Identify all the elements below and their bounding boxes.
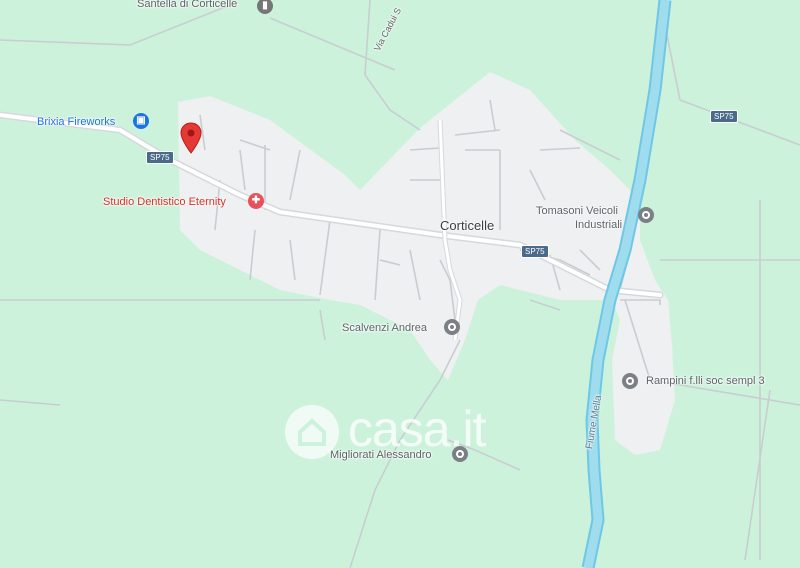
map-view[interactable]: ▮ Santella di Corticelle ▣ Brixia Firewo… <box>0 0 800 568</box>
road-shield-sp75: SP75 <box>710 110 738 123</box>
label-scalvenzi[interactable]: Scalvenzi Andrea <box>342 322 427 334</box>
label-brixia[interactable]: Brixia Fireworks <box>37 116 115 128</box>
label-studio[interactable]: Studio Dentistico Eternity <box>103 196 226 208</box>
label-tomasoni-1[interactable]: Tomasoni Veicoli <box>536 205 618 217</box>
location-pin-icon[interactable] <box>180 122 202 159</box>
label-tomasoni-2[interactable]: Industriali <box>575 219 622 231</box>
church-icon[interactable]: ▮ <box>257 0 273 14</box>
place-icon[interactable] <box>444 319 460 335</box>
place-icon[interactable] <box>622 373 638 389</box>
lock-icon[interactable]: ▣ <box>133 113 149 129</box>
road-shield-sp75: SP75 <box>521 245 549 258</box>
watermark: casa.it <box>348 401 487 457</box>
map-base <box>0 0 800 568</box>
house-icon <box>285 405 339 459</box>
tooth-icon[interactable]: ✚ <box>248 193 264 209</box>
label-rampini[interactable]: Rampini f.lli soc sempl 3 <box>646 375 765 387</box>
place-icon[interactable] <box>638 207 654 223</box>
road-shield-sp75: SP75 <box>146 151 174 164</box>
label-santella[interactable]: Santella di Corticelle <box>137 0 237 10</box>
label-town[interactable]: Corticelle <box>440 218 494 233</box>
